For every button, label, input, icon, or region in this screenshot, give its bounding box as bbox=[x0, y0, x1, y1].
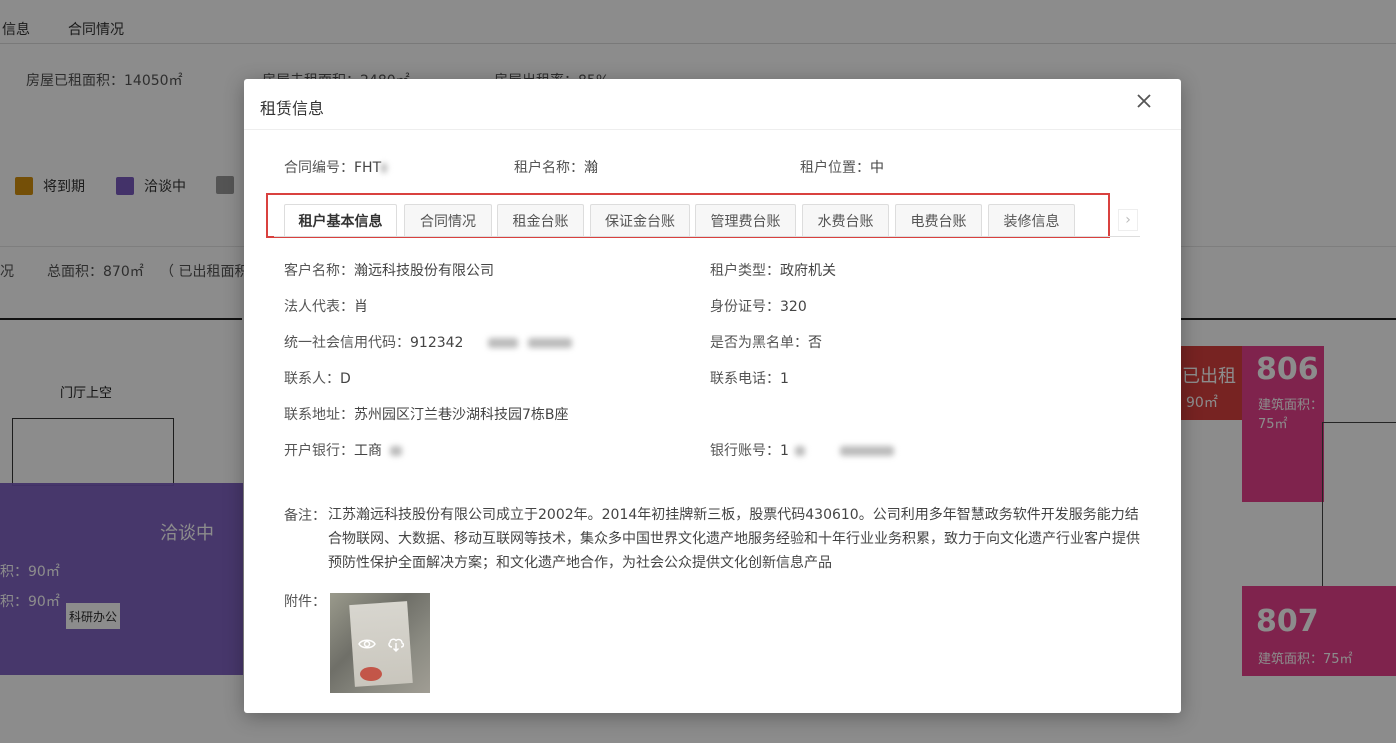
legal-representative-field: 法人代表：肖 bbox=[284, 296, 368, 316]
contact-person-field: 联系人：D bbox=[284, 368, 351, 388]
attachment-stamp-image bbox=[360, 667, 382, 681]
tenant-name-label: 租户名称： bbox=[514, 160, 584, 176]
contact-phone-field: 联系电话：1 bbox=[710, 368, 789, 388]
eye-icon[interactable] bbox=[358, 635, 376, 653]
bank-account-field: 银行账号：1 bbox=[710, 440, 894, 460]
tab-electricity-fee-ledger[interactable]: 电费台账 bbox=[895, 204, 982, 236]
tenant-location-label: 租户位置： bbox=[800, 160, 870, 176]
tenant-name-field: 租户名称：瀚 bbox=[514, 157, 598, 177]
contact-address-label: 联系地址： bbox=[284, 407, 354, 423]
credit-code-value: 912342 bbox=[410, 335, 464, 351]
id-number-value: 320 bbox=[780, 299, 807, 315]
contact-address-value: 苏州园区汀兰巷沙湖科技园7栋B座 bbox=[354, 407, 569, 423]
bank-label: 开户银行： bbox=[284, 443, 354, 459]
chevron-right-icon[interactable]: › bbox=[1118, 209, 1138, 231]
legal-representative-value: 肖 bbox=[354, 299, 368, 315]
redacted-mask bbox=[839, 446, 894, 456]
blacklist-label: 是否为黑名单： bbox=[710, 335, 808, 351]
tab-tenant-basic-info[interactable]: 租户基本信息 bbox=[284, 204, 397, 236]
tenant-type-value: 政府机关 bbox=[780, 263, 836, 279]
tenant-type-field: 租户类型：政府机关 bbox=[710, 260, 836, 280]
contract-number-value: FHT bbox=[354, 160, 382, 176]
tab-contract-status[interactable]: 合同情况 bbox=[404, 204, 492, 236]
tab-decoration-info[interactable]: 装修信息 bbox=[988, 204, 1075, 236]
credit-code-label: 统一社会信用代码： bbox=[284, 335, 410, 351]
redacted-mask bbox=[795, 446, 806, 456]
bank-value: 工商 bbox=[354, 443, 382, 459]
contact-phone-label: 联系电话： bbox=[710, 371, 780, 387]
bank-account-value: 1 bbox=[780, 443, 789, 459]
redacted-mask bbox=[390, 446, 403, 456]
id-number-label: 身份证号： bbox=[710, 299, 780, 315]
attachment-thumbnail[interactable] bbox=[330, 593, 430, 693]
bank-field: 开户银行：工商 bbox=[284, 440, 403, 460]
contact-phone-value: 1 bbox=[780, 371, 789, 387]
legal-representative-label: 法人代表： bbox=[284, 299, 354, 315]
modal-header: 租赁信息 bbox=[244, 79, 1181, 130]
tab-deposit-ledger[interactable]: 保证金台账 bbox=[590, 204, 690, 236]
notes-label: 备注： bbox=[284, 508, 326, 524]
attachment-label: 附件： bbox=[284, 594, 326, 610]
tab-management-fee-ledger[interactable]: 管理费台账 bbox=[695, 204, 796, 236]
tenant-location-field: 租户位置：中 bbox=[800, 157, 884, 177]
redacted-mask bbox=[381, 163, 388, 173]
lease-info-modal: 租赁信息 合同编号：FHT 租户名称：瀚 租户位置：中 租户基本信息 合同情况 … bbox=[244, 79, 1181, 713]
tenant-type-label: 租户类型： bbox=[710, 263, 780, 279]
tab-rent-ledger[interactable]: 租金台账 bbox=[497, 204, 584, 236]
customer-name-label: 客户名称： bbox=[284, 263, 354, 279]
redacted-mask bbox=[487, 338, 518, 348]
tab-bar-underline bbox=[274, 236, 1140, 237]
tenant-name-value: 瀚 bbox=[584, 160, 598, 176]
contact-person-value: D bbox=[340, 371, 351, 387]
tenant-location-value: 中 bbox=[870, 160, 884, 176]
customer-name-value: 瀚远科技股份有限公司 bbox=[354, 263, 494, 279]
contact-address-field: 联系地址：苏州园区汀兰巷沙湖科技园7栋B座 bbox=[284, 404, 569, 424]
close-icon[interactable] bbox=[1136, 93, 1152, 109]
notes-text: 江苏瀚远科技股份有限公司成立于2002年。2014年初挂牌新三板，股票代码430… bbox=[328, 507, 1140, 571]
contract-number-field: 合同编号：FHT bbox=[284, 157, 388, 177]
id-number-field: 身份证号：320 bbox=[710, 296, 807, 316]
blacklist-field: 是否为黑名单：否 bbox=[710, 332, 822, 352]
credit-code-field: 统一社会信用代码：912342 bbox=[284, 332, 573, 352]
customer-name-field: 客户名称：瀚远科技股份有限公司 bbox=[284, 260, 494, 280]
contract-number-label: 合同编号： bbox=[284, 160, 354, 176]
download-icon[interactable] bbox=[387, 635, 405, 653]
contact-person-label: 联系人： bbox=[284, 371, 340, 387]
blacklist-value: 否 bbox=[808, 335, 822, 351]
modal-title: 租赁信息 bbox=[260, 99, 325, 118]
tab-water-fee-ledger[interactable]: 水费台账 bbox=[802, 204, 889, 236]
bank-account-label: 银行账号： bbox=[710, 443, 780, 459]
redacted-mask bbox=[528, 338, 573, 348]
